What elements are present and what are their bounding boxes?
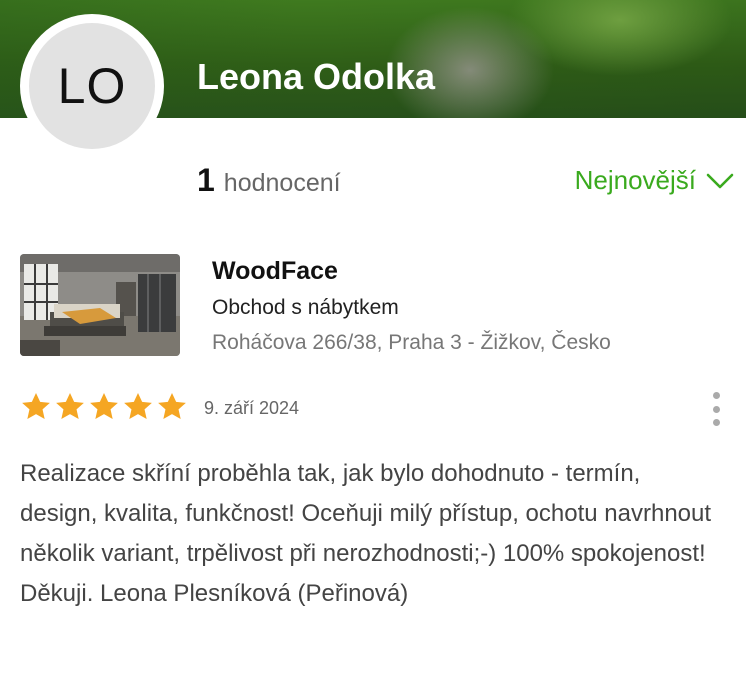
star-icon — [54, 391, 86, 428]
review-page: Leona Odolka LO 1 hodnocení Nejnovější W… — [0, 0, 746, 682]
company-name[interactable]: WoodFace — [212, 257, 338, 286]
sort-dropdown[interactable]: Nejnovější — [575, 165, 734, 196]
star-icon — [88, 391, 120, 428]
sort-label: Nejnovější — [574, 165, 696, 195]
company-address: Roháčova 266/38, Praha 3 - Žižkov, Česko — [212, 331, 611, 354]
review-text: Realizace skříní proběhla tak, jak bylo … — [20, 460, 712, 607]
avatar-initials: LO — [29, 23, 155, 149]
review-date: 9. září 2024 — [204, 398, 300, 418]
review-summary: 1 hodnocení — [197, 162, 341, 199]
review-count-label: hodnocení — [223, 169, 341, 197]
star-icon — [156, 391, 188, 428]
avatar[interactable]: LO — [20, 14, 164, 158]
chevron-down-icon — [706, 172, 734, 190]
company-type: Obchod s nábytkem — [212, 296, 399, 319]
more-vertical-icon[interactable] — [706, 392, 726, 426]
review-count: 1 — [197, 162, 215, 198]
profile-name: Leona Odolka — [197, 56, 436, 97]
more-dot — [712, 419, 720, 426]
star-icon — [122, 391, 154, 428]
star-rating — [20, 391, 188, 428]
company-photo[interactable] — [20, 254, 180, 356]
more-dot — [712, 405, 720, 413]
more-dot — [712, 392, 720, 399]
star-icon — [20, 391, 52, 428]
